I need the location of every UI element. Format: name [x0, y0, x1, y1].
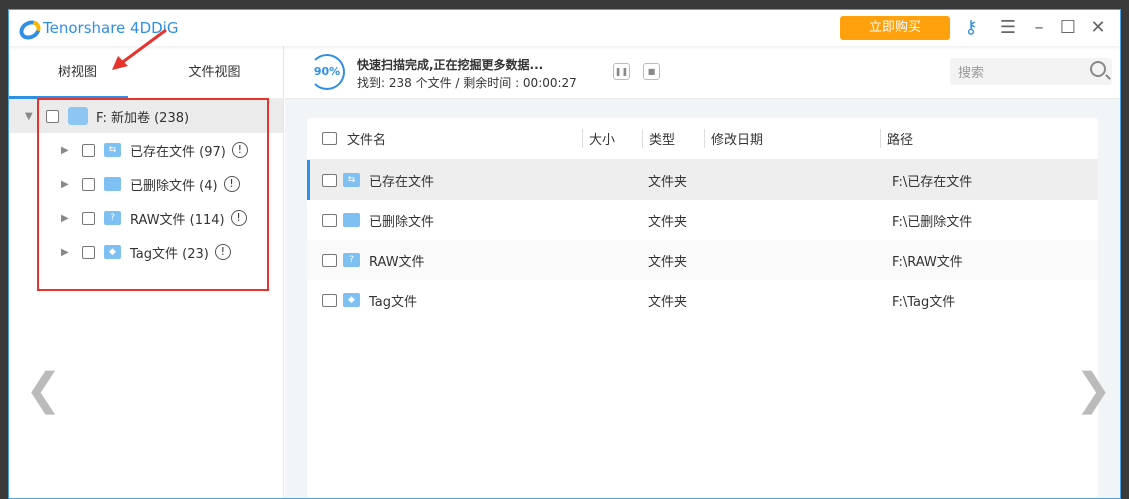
- pause-button[interactable]: ❚❚: [613, 63, 630, 80]
- title-bar: Tenorshare 4DDiG 立即购买 ⚷ ☰ – ☐ ✕: [9, 10, 1120, 46]
- col-name[interactable]: 文件名: [347, 129, 582, 148]
- table-row[interactable]: ? RAW文件 文件夹 F:\RAW文件: [307, 240, 1098, 280]
- folder-icon: [343, 213, 360, 227]
- right-panel: 90% 快速扫描完成,正在挖掘更多数据... 找到: 238 个文件 / 剩余时…: [285, 46, 1120, 498]
- file-name: Tag文件: [369, 294, 418, 310]
- file-name: 已删除文件: [369, 214, 435, 230]
- stop-button[interactable]: ■: [643, 63, 660, 80]
- file-path: F:\已存在文件: [892, 174, 973, 190]
- col-date[interactable]: 修改日期: [704, 129, 880, 148]
- table-row[interactable]: 已删除文件 文件夹 F:\已删除文件: [307, 200, 1098, 240]
- file-path: F:\已删除文件: [892, 214, 973, 230]
- col-path[interactable]: 路径: [880, 129, 1098, 148]
- row-checkbox[interactable]: [322, 213, 337, 227]
- app-logo-icon: [17, 19, 39, 37]
- annotation-arrow-icon: [112, 28, 167, 70]
- collapse-arrow-icon[interactable]: ▼: [25, 111, 37, 122]
- previous-arrow-icon[interactable]: ❮: [25, 364, 62, 415]
- scan-found-count: 找到: 238 个文件 / 剩余时间 : 00:00:27: [357, 76, 577, 90]
- file-type: 文件夹: [648, 174, 688, 190]
- next-arrow-icon[interactable]: ❯: [1075, 364, 1112, 415]
- file-name: RAW文件: [369, 254, 425, 270]
- col-type[interactable]: 类型: [642, 129, 704, 148]
- file-path: F:\Tag文件: [892, 294, 956, 310]
- search-icon[interactable]: [1090, 61, 1106, 77]
- table-header: 文件名 大小 类型 修改日期 路径: [307, 118, 1098, 160]
- file-table: 文件名 大小 类型 修改日期 路径 ⇆ 已存在文件 文件夹 F:\已存在文件 已删…: [307, 118, 1098, 498]
- table-row[interactable]: ◆ Tag文件 文件夹 F:\Tag文件: [307, 280, 1098, 320]
- menu-icon[interactable]: ☰: [996, 16, 1020, 40]
- file-type: 文件夹: [648, 294, 688, 310]
- row-checkbox[interactable]: [322, 293, 337, 307]
- select-all-checkbox[interactable]: [322, 132, 337, 145]
- scan-status: 快速扫描完成,正在挖掘更多数据...: [357, 58, 544, 72]
- scan-progress-ring: 90%: [309, 54, 345, 90]
- table-row[interactable]: ⇆ 已存在文件 文件夹 F:\已存在文件: [307, 160, 1098, 200]
- maximize-icon[interactable]: ☐: [1056, 16, 1080, 40]
- buy-now-button[interactable]: 立即购买: [840, 16, 950, 40]
- folder-icon: ⇆: [343, 173, 360, 187]
- row-checkbox[interactable]: [322, 253, 337, 267]
- file-type: 文件夹: [648, 254, 688, 270]
- folder-icon: ◆: [343, 293, 360, 307]
- key-icon[interactable]: ⚷: [959, 16, 983, 40]
- file-name: 已存在文件: [369, 174, 435, 190]
- col-size[interactable]: 大小: [582, 129, 642, 148]
- annotation-highlight-box: [37, 98, 269, 291]
- file-type: 文件夹: [648, 214, 688, 230]
- search-placeholder: 搜索: [958, 66, 985, 81]
- minimize-icon[interactable]: –: [1027, 16, 1051, 40]
- close-icon[interactable]: ✕: [1086, 16, 1110, 40]
- folder-icon: ?: [343, 253, 360, 267]
- search-input[interactable]: 搜索: [950, 58, 1112, 85]
- file-path: F:\RAW文件: [892, 254, 963, 270]
- row-checkbox[interactable]: [322, 173, 337, 187]
